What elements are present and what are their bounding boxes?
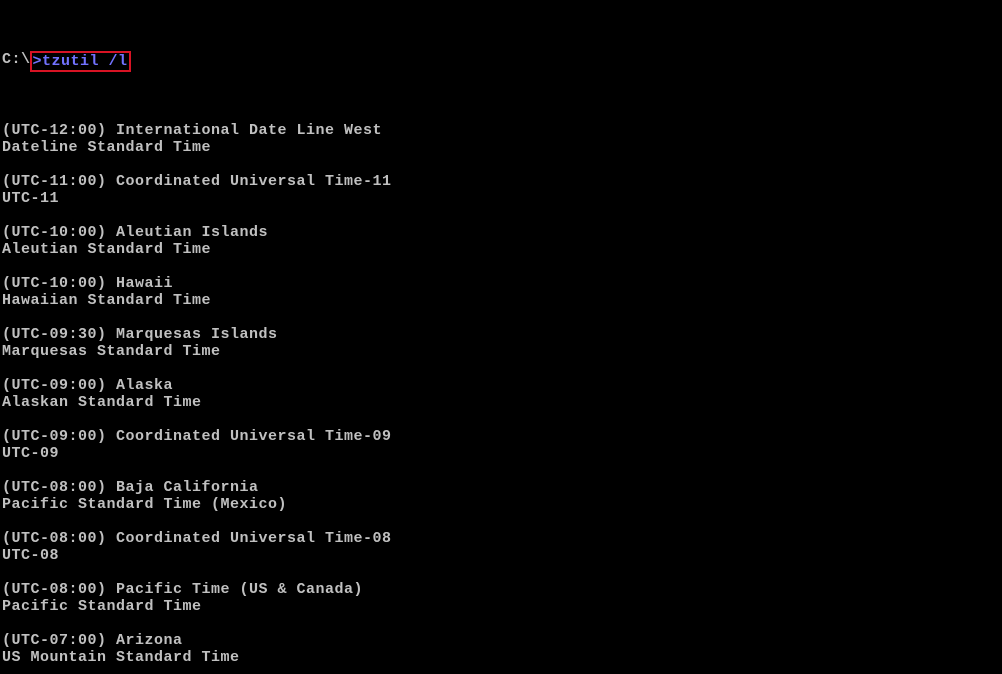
timezone-entry: (UTC-09:00) Coordinated Universal Time-0… <box>0 428 1002 462</box>
command-prompt-line: C:\>tzutil /l <box>0 51 1002 72</box>
timezone-output: (UTC-12:00) International Date Line West… <box>0 122 1002 674</box>
command-text: tzutil /l <box>42 53 128 70</box>
timezone-id: Dateline Standard Time <box>2 139 1002 156</box>
timezone-id: UTC-09 <box>2 445 1002 462</box>
timezone-entry: (UTC-10:00) Aleutian IslandsAleutian Sta… <box>0 224 1002 258</box>
timezone-id: UTC-11 <box>2 190 1002 207</box>
timezone-id: US Mountain Standard Time <box>2 649 1002 666</box>
timezone-display-name: (UTC-07:00) Arizona <box>2 632 1002 649</box>
timezone-display-name: (UTC-09:30) Marquesas Islands <box>2 326 1002 343</box>
timezone-entry: (UTC-10:00) HawaiiHawaiian Standard Time <box>0 275 1002 309</box>
terminal-window[interactable]: C:\>tzutil /l (UTC-12:00) International … <box>0 0 1002 674</box>
timezone-display-name: (UTC-08:00) Pacific Time (US & Canada) <box>2 581 1002 598</box>
timezone-entry: (UTC-09:00) AlaskaAlaskan Standard Time <box>0 377 1002 411</box>
timezone-entry: (UTC-08:00) Baja CaliforniaPacific Stand… <box>0 479 1002 513</box>
timezone-id: Pacific Standard Time <box>2 598 1002 615</box>
timezone-entry: (UTC-09:30) Marquesas IslandsMarquesas S… <box>0 326 1002 360</box>
timezone-entry: (UTC-07:00) ArizonaUS Mountain Standard … <box>0 632 1002 666</box>
command-highlight: >tzutil /l <box>30 51 131 72</box>
timezone-entry: (UTC-08:00) Coordinated Universal Time-0… <box>0 530 1002 564</box>
timezone-id: Pacific Standard Time (Mexico) <box>2 496 1002 513</box>
timezone-id: UTC-08 <box>2 547 1002 564</box>
prompt-prefix: C:\ <box>0 51 31 68</box>
timezone-display-name: (UTC-09:00) Coordinated Universal Time-0… <box>2 428 1002 445</box>
timezone-display-name: (UTC-12:00) International Date Line West <box>2 122 1002 139</box>
timezone-entry: (UTC-08:00) Pacific Time (US & Canada)Pa… <box>0 581 1002 615</box>
timezone-entry: (UTC-12:00) International Date Line West… <box>0 122 1002 156</box>
timezone-id: Hawaiian Standard Time <box>2 292 1002 309</box>
timezone-id: Alaskan Standard Time <box>2 394 1002 411</box>
timezone-display-name: (UTC-11:00) Coordinated Universal Time-1… <box>2 173 1002 190</box>
timezone-display-name: (UTC-10:00) Hawaii <box>2 275 1002 292</box>
timezone-display-name: (UTC-09:00) Alaska <box>2 377 1002 394</box>
chevron-icon: > <box>33 53 43 70</box>
timezone-id: Aleutian Standard Time <box>2 241 1002 258</box>
timezone-display-name: (UTC-08:00) Coordinated Universal Time-0… <box>2 530 1002 547</box>
timezone-entry: (UTC-11:00) Coordinated Universal Time-1… <box>0 173 1002 207</box>
timezone-id: Marquesas Standard Time <box>2 343 1002 360</box>
timezone-display-name: (UTC-10:00) Aleutian Islands <box>2 224 1002 241</box>
timezone-display-name: (UTC-08:00) Baja California <box>2 479 1002 496</box>
